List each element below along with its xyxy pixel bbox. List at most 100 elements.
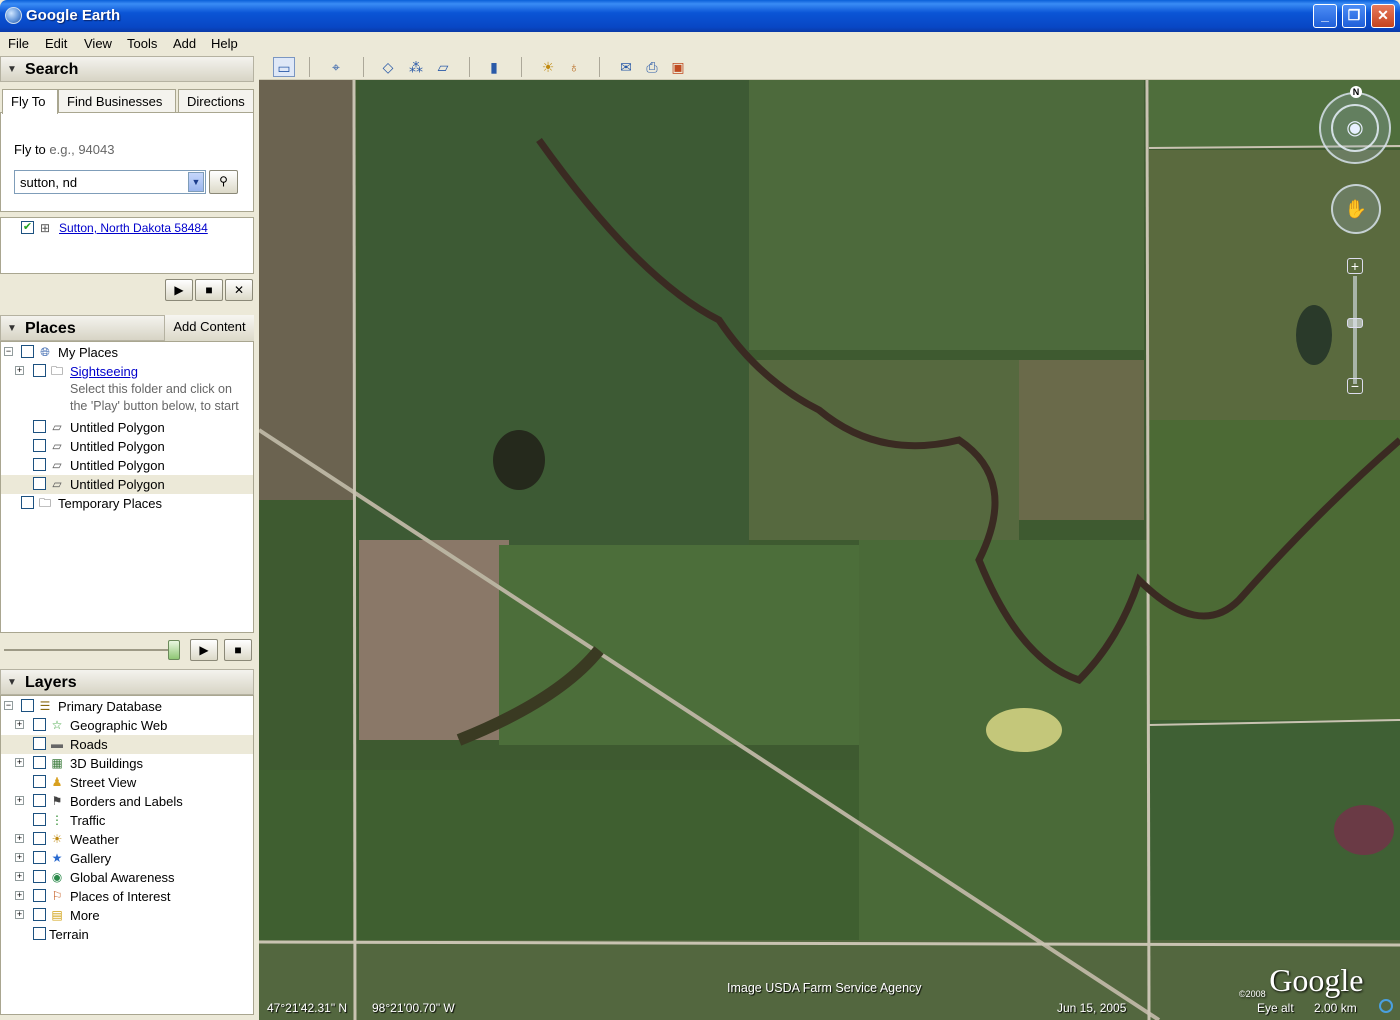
expand-icon[interactable]: +	[15, 853, 24, 862]
play-places-button[interactable]: ▶	[190, 639, 218, 661]
checkbox[interactable]	[33, 458, 46, 471]
close-button[interactable]: ✕	[1371, 4, 1395, 28]
expand-icon[interactable]: +	[15, 872, 24, 881]
checkbox[interactable]	[33, 832, 46, 845]
checkbox[interactable]	[33, 775, 46, 788]
tree-item-temporary-places[interactable]: 🗀︎ Temporary Places	[1, 494, 253, 513]
compass-north[interactable]: N	[1350, 86, 1362, 98]
ruler-icon[interactable]: ▮	[483, 57, 505, 77]
tree-item-label[interactable]: Sightseeing	[70, 364, 138, 379]
search-result-link[interactable]: Sutton, North Dakota 58484	[59, 221, 208, 235]
clear-results-button[interactable]: ✕	[225, 279, 253, 301]
checkbox[interactable]	[33, 477, 46, 490]
menu-add[interactable]: Add	[173, 36, 196, 51]
menu-view[interactable]: View	[84, 36, 112, 51]
menu-edit[interactable]: Edit	[45, 36, 67, 51]
minimize-button[interactable]: _	[1313, 4, 1337, 28]
tour-speed-slider-track[interactable]	[4, 649, 176, 651]
tree-item-polygon[interactable]: ▱ Untitled Polygon	[1, 418, 253, 437]
checkbox[interactable]	[33, 851, 46, 864]
expand-icon[interactable]: +	[15, 720, 24, 729]
zoom-in-icon[interactable]: +	[1347, 258, 1363, 274]
search-panel-header[interactable]: ▼ Search	[0, 56, 254, 82]
expand-icon[interactable]: +	[15, 758, 24, 767]
image-overlay-icon[interactable]: ▱	[432, 57, 454, 77]
zoom-slider-thumb[interactable]	[1347, 318, 1363, 328]
expand-icon[interactable]: +	[15, 834, 24, 843]
checkbox[interactable]	[33, 870, 46, 883]
expand-icon[interactable]: +	[15, 910, 24, 919]
dropdown-arrow-icon[interactable]: ▼	[188, 172, 204, 192]
stop-tour-button[interactable]: ■	[195, 279, 223, 301]
collapse-icon[interactable]: −	[4, 347, 13, 356]
layer-weather[interactable]: + ☀ Weather	[1, 830, 253, 849]
google-maps-icon[interactable]: ▣	[667, 57, 689, 77]
play-tour-button[interactable]: ▶	[165, 279, 193, 301]
layer-street-view[interactable]: ♟ Street View	[1, 773, 253, 792]
menu-file[interactable]: File	[8, 36, 29, 51]
layer-terrain[interactable]: Terrain	[1, 925, 253, 944]
checkbox[interactable]	[33, 364, 46, 377]
checkbox[interactable]	[21, 345, 34, 358]
email-icon[interactable]: ✉	[615, 57, 637, 77]
add-content-button[interactable]: Add Content	[164, 315, 254, 341]
checkbox[interactable]	[21, 496, 34, 509]
checkbox[interactable]	[33, 420, 46, 433]
layers-panel-header[interactable]: ▼ Layers	[0, 669, 254, 695]
fly-to-input[interactable]: sutton, nd ▼	[14, 170, 206, 194]
placemark-icon[interactable]: ⌖	[325, 57, 347, 77]
sidebar-toggle-icon[interactable]: ▭	[273, 57, 295, 77]
tour-speed-slider-thumb[interactable]	[168, 640, 180, 660]
expand-icon[interactable]: +	[15, 796, 24, 805]
layer-traffic[interactable]: ⋮ Traffic	[1, 811, 253, 830]
tree-item-sightseeing[interactable]: + 🗀︎ Sightseeing	[1, 362, 253, 381]
look-joystick[interactable]: N ◉	[1319, 86, 1391, 164]
stop-places-button[interactable]: ■	[224, 639, 252, 661]
checkbox[interactable]	[33, 737, 46, 750]
sunlight-icon[interactable]: ☀	[537, 57, 559, 77]
layer-primary-database[interactable]: − ☰ Primary Database	[1, 697, 253, 716]
polygon-icon[interactable]: ◇	[377, 57, 399, 77]
expand-icon[interactable]: +	[15, 891, 24, 900]
checkbox[interactable]	[33, 439, 46, 452]
layer-roads[interactable]: ▬ Roads	[1, 735, 253, 754]
print-icon[interactable]: ⎙	[641, 57, 663, 77]
tab-find-businesses[interactable]: Find Businesses	[58, 89, 176, 112]
layer-places-of-interest[interactable]: + ⚐ Places of Interest	[1, 887, 253, 906]
layer-3d-buildings[interactable]: + ▦ 3D Buildings	[1, 754, 253, 773]
layer-borders-labels[interactable]: + ⚑ Borders and Labels	[1, 792, 253, 811]
eye-icon[interactable]: ◉	[1331, 104, 1379, 152]
menu-tools[interactable]: Tools	[127, 36, 157, 51]
search-button[interactable]: ⚲	[209, 170, 238, 194]
zoom-out-icon[interactable]: −	[1347, 378, 1363, 394]
checkbox[interactable]	[33, 813, 46, 826]
result-checkbox[interactable]: ✔	[21, 221, 34, 234]
maximize-button[interactable]: ❐	[1342, 4, 1366, 28]
places-panel-header[interactable]: ▼ Places Add Content	[0, 315, 254, 341]
tab-fly-to[interactable]: Fly To	[2, 89, 58, 114]
menu-help[interactable]: Help	[211, 36, 238, 51]
tree-item-polygon[interactable]: ▱ Untitled Polygon	[1, 475, 253, 494]
checkbox[interactable]	[33, 889, 46, 902]
sky-icon[interactable]: ♁	[563, 57, 585, 77]
collapse-icon[interactable]: −	[4, 701, 13, 710]
checkbox[interactable]	[33, 908, 46, 921]
tree-item-polygon[interactable]: ▱ Untitled Polygon	[1, 456, 253, 475]
checkbox[interactable]	[33, 756, 46, 769]
checkbox[interactable]	[21, 699, 34, 712]
layer-global-awareness[interactable]: + ◉ Global Awareness	[1, 868, 253, 887]
layer-more[interactable]: + ▤ More	[1, 906, 253, 925]
checkbox[interactable]	[33, 718, 46, 731]
earth-3d-view[interactable]: N ◉ ✋ + − Image USDA Farm Service Agency…	[259, 80, 1400, 1020]
layer-gallery[interactable]: + ★ Gallery	[1, 849, 253, 868]
tab-directions[interactable]: Directions	[178, 89, 254, 112]
expand-icon[interactable]: +	[15, 366, 24, 375]
checkbox[interactable]	[33, 927, 46, 940]
path-icon[interactable]: ⁂	[405, 57, 427, 77]
move-joystick-hand-icon[interactable]: ✋	[1331, 184, 1381, 234]
zoom-slider-track[interactable]	[1353, 276, 1357, 384]
layer-geographic-web[interactable]: + ☆ Geographic Web	[1, 716, 253, 735]
tree-item-my-places[interactable]: − 🌐︎ My Places	[1, 343, 253, 362]
tree-item-polygon[interactable]: ▱ Untitled Polygon	[1, 437, 253, 456]
checkbox[interactable]	[33, 794, 46, 807]
